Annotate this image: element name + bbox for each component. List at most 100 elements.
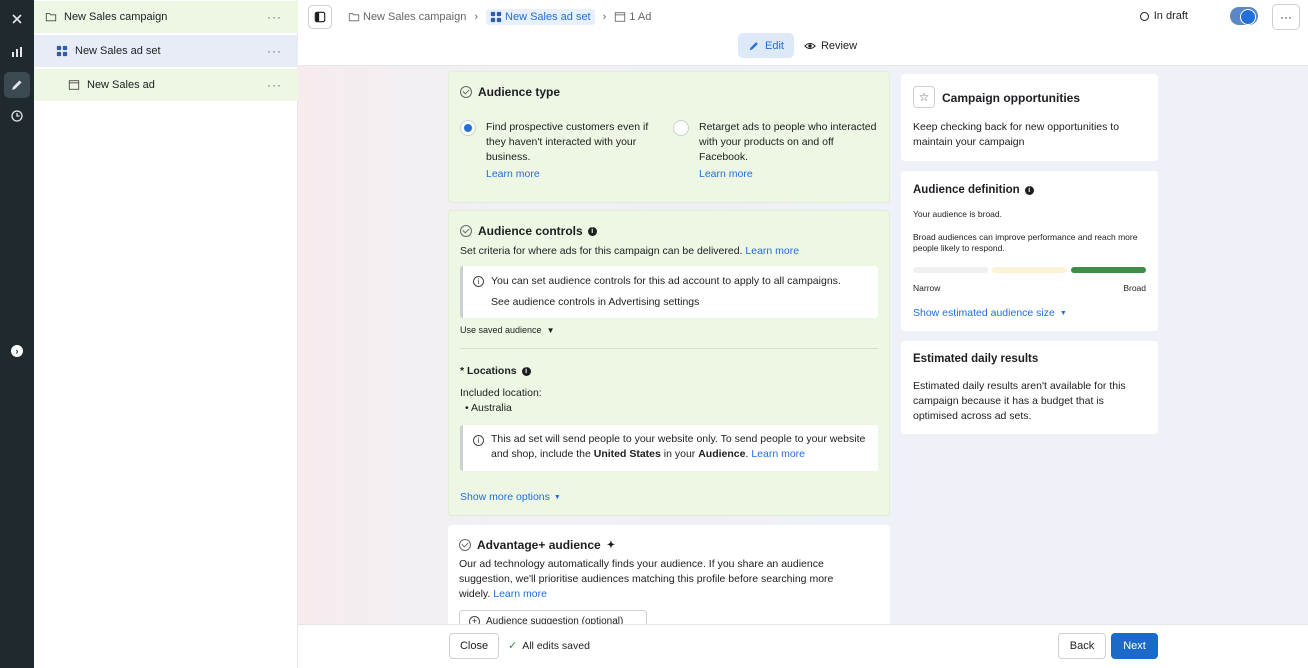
breadcrumb: New Sales campaign › New Sales ad set › … bbox=[348, 7, 651, 27]
show-more-options-link[interactable]: Show more options ▼ bbox=[460, 491, 561, 503]
pencil-icon bbox=[749, 41, 758, 50]
tree-item-campaign[interactable]: New Sales campaign ··· bbox=[34, 1, 298, 33]
broad-label: Broad bbox=[1123, 283, 1146, 293]
expand-chevron-icon[interactable]: › bbox=[11, 345, 23, 357]
breadcrumb-adset[interactable]: New Sales ad set bbox=[486, 9, 595, 25]
ad-window-icon bbox=[615, 12, 626, 22]
audience-type-title: Audience type bbox=[460, 85, 560, 99]
pencil-icon[interactable] bbox=[4, 72, 30, 98]
suggestion-label: Audience suggestion (optional) bbox=[486, 616, 624, 624]
eye-icon bbox=[804, 42, 816, 49]
included-location-label: Included location: bbox=[460, 387, 542, 399]
narrow-label: Narrow bbox=[913, 283, 941, 293]
chevron-right-icon: › bbox=[474, 11, 479, 23]
show-audience-size-link[interactable]: Show estimated audience size ▼ bbox=[913, 307, 1067, 319]
daily-results-title: Estimated daily results bbox=[913, 353, 1039, 365]
publish-toggle[interactable] bbox=[1230, 7, 1258, 25]
opportunities-title: Campaign opportunities bbox=[942, 91, 1080, 105]
tree-item-label: New Sales ad bbox=[87, 79, 155, 91]
breadcrumb-label: New Sales ad set bbox=[505, 11, 591, 23]
review-tab[interactable]: Review bbox=[794, 33, 867, 58]
daily-results-desc: Estimated daily results aren't available… bbox=[913, 380, 1126, 422]
breadcrumb-label: 1 Ad bbox=[629, 11, 652, 23]
left-rail: › bbox=[0, 0, 34, 668]
chart-icon[interactable] bbox=[4, 39, 30, 65]
locations-label: * Locations bbox=[460, 365, 517, 377]
tree-item-label: New Sales campaign bbox=[64, 11, 168, 23]
more-options-icon[interactable]: ··· bbox=[267, 10, 282, 24]
more-options-icon[interactable]: ··· bbox=[267, 44, 282, 58]
learn-more-link[interactable]: Learn more bbox=[751, 448, 805, 460]
learn-more-link[interactable]: Learn more bbox=[699, 167, 753, 182]
website-notice-text: This ad set will send people to your web… bbox=[491, 433, 866, 460]
option-retarget-text: Retarget ads to people who interacted wi… bbox=[699, 121, 877, 163]
option-prospective-text: Find prospective customers even if they … bbox=[486, 121, 649, 163]
advertising-settings-link[interactable]: See audience controls in Advertising set… bbox=[491, 295, 699, 310]
tree-item-adset[interactable]: New Sales ad set ··· bbox=[34, 35, 298, 67]
audience-controls-desc: Set criteria for where ads for this camp… bbox=[460, 244, 799, 259]
info-icon[interactable]: i bbox=[1024, 185, 1034, 195]
close-button[interactable]: Close bbox=[449, 633, 499, 659]
checkmark-icon: ✓ bbox=[508, 640, 518, 652]
save-status: ✓ All edits saved bbox=[508, 639, 590, 653]
tree-item-ad[interactable]: New Sales ad ··· bbox=[34, 69, 298, 101]
sidebar-toggle-icon[interactable] bbox=[308, 5, 332, 29]
editor-canvas: Audience type Find prospective customers… bbox=[298, 66, 1308, 624]
daily-results-card: Estimated daily results Estimated daily … bbox=[901, 341, 1158, 434]
more-button[interactable]: ··· bbox=[1272, 4, 1300, 30]
caret-down-icon: ▼ bbox=[553, 493, 561, 501]
show-more-label: Show more options bbox=[460, 491, 550, 503]
back-button[interactable]: Back bbox=[1058, 633, 1106, 659]
audience-suggestion-button[interactable]: + Audience suggestion (optional) bbox=[459, 610, 647, 624]
caret-down-icon: ▼ bbox=[1059, 309, 1067, 317]
status-circle-icon bbox=[1139, 11, 1149, 21]
save-status-label: All edits saved bbox=[522, 639, 590, 652]
edit-label: Edit bbox=[765, 39, 784, 52]
folder-icon bbox=[44, 10, 58, 24]
desc-text: Set criteria for where ads for this camp… bbox=[460, 245, 743, 257]
opportunities-card: ☆ Campaign opportunities Keep checking b… bbox=[901, 74, 1158, 161]
dropdown-label: Use saved audience bbox=[460, 325, 542, 335]
advantage-audience-card: Advantage+ audience ✦ Our ad technology … bbox=[448, 525, 890, 624]
chevron-right-icon: › bbox=[602, 11, 607, 23]
edit-tab[interactable]: Edit bbox=[738, 33, 794, 58]
close-icon[interactable] bbox=[4, 6, 30, 32]
sparkle-icon: ✦ bbox=[606, 539, 616, 551]
more-options-icon[interactable]: ··· bbox=[267, 78, 282, 92]
location-item: • Australia bbox=[465, 402, 512, 414]
info-icon[interactable]: i bbox=[587, 226, 597, 236]
check-circle-icon bbox=[460, 86, 472, 98]
meter-narrow-segment bbox=[913, 267, 988, 273]
radio-prospective[interactable] bbox=[460, 120, 476, 136]
info-icon[interactable]: i bbox=[521, 366, 531, 376]
divider bbox=[460, 348, 878, 349]
audience-controls-title: Audience controls i bbox=[460, 224, 597, 238]
status-label: In draft bbox=[1153, 10, 1188, 22]
definition-line1: Your audience is broad. bbox=[913, 209, 1003, 219]
advantage-desc: Our ad technology automatically finds yo… bbox=[459, 557, 859, 602]
audience-definition-card: Audience definition i Your audience is b… bbox=[901, 171, 1158, 331]
check-circle-icon bbox=[459, 539, 471, 551]
learn-more-link[interactable]: Learn more bbox=[493, 588, 547, 600]
section-title-text: Audience type bbox=[478, 85, 561, 99]
next-button[interactable]: Next bbox=[1111, 633, 1158, 659]
review-label: Review bbox=[820, 39, 858, 52]
learn-more-link[interactable]: Learn more bbox=[745, 245, 799, 257]
star-icon: ☆ bbox=[913, 86, 935, 108]
location-value: Australia bbox=[471, 402, 512, 414]
ad-window-icon bbox=[67, 78, 81, 92]
footer-bar: Close ✓ All edits saved Back Next bbox=[298, 624, 1308, 668]
show-size-label: Show estimated audience size bbox=[913, 307, 1055, 319]
info-circle-icon: i bbox=[473, 276, 484, 287]
radio-retarget[interactable] bbox=[673, 120, 689, 136]
locations-title: * Locations i bbox=[460, 365, 531, 377]
mode-switcher: Edit Review bbox=[738, 33, 867, 58]
learn-more-link[interactable]: Learn more bbox=[486, 167, 540, 182]
use-saved-audience-dropdown[interactable]: Use saved audience ▼ bbox=[460, 325, 554, 335]
plus-icon: + bbox=[469, 616, 480, 624]
website-notice: i This ad set will send people to your w… bbox=[460, 425, 878, 471]
clock-icon[interactable] bbox=[4, 103, 30, 129]
meter-broad-segment bbox=[1071, 267, 1146, 273]
breadcrumb-ad[interactable]: 1 Ad bbox=[614, 11, 651, 23]
breadcrumb-campaign[interactable]: New Sales campaign bbox=[348, 11, 466, 23]
